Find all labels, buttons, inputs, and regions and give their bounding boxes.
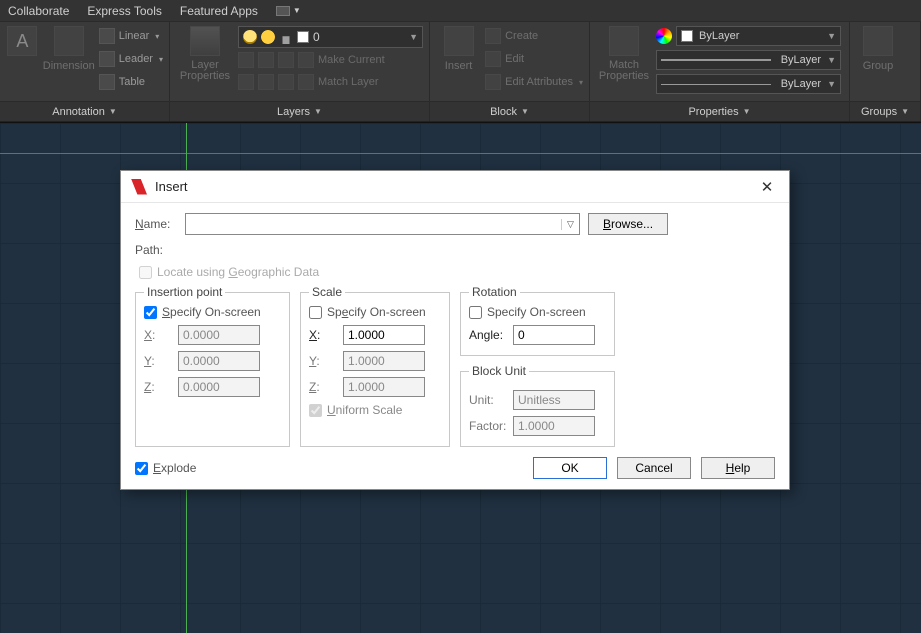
menu-express-tools[interactable]: Express Tools: [87, 4, 161, 18]
layer-tool-icon[interactable]: [238, 74, 254, 90]
layer-tool-icon[interactable]: [298, 74, 314, 90]
attrs-icon: [485, 74, 501, 90]
explode-checkbox[interactable]: Explode: [135, 461, 196, 475]
scale-y-input: [343, 351, 425, 371]
text-icon: A: [7, 26, 37, 56]
insert-icon: [444, 26, 474, 56]
panel-annotation: A Dimension Linear▾ Leader▾ Table Annota…: [0, 22, 170, 121]
linear-button[interactable]: Linear▾: [99, 26, 163, 46]
layer-tool-icon[interactable]: [258, 52, 274, 68]
color-wheel-icon[interactable]: [656, 28, 672, 44]
dimension-button[interactable]: Dimension: [43, 26, 95, 72]
linear-icon: [99, 28, 115, 44]
scale-z-input: [343, 377, 425, 397]
edit-attributes-button[interactable]: Edit Attributes▾: [485, 72, 583, 92]
create-icon: [485, 28, 501, 44]
dialog-title: Insert: [155, 179, 188, 194]
make-current-button[interactable]: Make Current: [318, 54, 385, 66]
angle-input[interactable]: [513, 325, 595, 345]
text-button[interactable]: A: [6, 26, 39, 58]
insert-dialog: Insert ✕ Name: ▽ Browse... Path: Locate …: [120, 170, 790, 490]
name-combo[interactable]: ▽: [185, 213, 580, 235]
ok-button[interactable]: OK: [533, 457, 607, 479]
help-button[interactable]: Help: [701, 457, 775, 479]
chevron-down-icon: ▼: [409, 32, 418, 42]
autocad-logo-icon: [131, 179, 147, 195]
lineweight-dropdown[interactable]: ByLayer▼: [656, 50, 841, 70]
close-button[interactable]: ✕: [755, 175, 779, 199]
ribbon: A Dimension Linear▾ Leader▾ Table Annota…: [0, 22, 921, 122]
leader-icon: [99, 51, 115, 67]
panel-title-layers[interactable]: Layers▼: [170, 101, 429, 121]
insertion-x-input: [178, 325, 260, 345]
group-icon: [863, 26, 893, 56]
uniform-scale-checkbox: Uniform Scale: [309, 403, 441, 417]
match-icon: [609, 26, 639, 56]
unit-input: [513, 390, 595, 410]
insertion-z-input: [178, 377, 260, 397]
block-unit-group: Block Unit Unit: Factor:: [460, 364, 615, 447]
match-layer-button[interactable]: Match Layer: [318, 76, 379, 88]
insert-button[interactable]: Insert: [436, 26, 481, 72]
panel-title-properties[interactable]: Properties▼: [590, 101, 849, 121]
panel-title-annotation[interactable]: Annotation▼: [0, 101, 169, 121]
panel-layers: LayerProperties 0 ▼ Make Current: [170, 22, 430, 121]
panel-title-groups[interactable]: Groups▼: [850, 101, 920, 121]
edit-block-button[interactable]: Edit: [485, 49, 583, 69]
menubar: Collaborate Express Tools Featured Apps …: [0, 0, 921, 22]
layer-tool-icon[interactable]: [258, 74, 274, 90]
match-properties-button[interactable]: MatchProperties: [596, 26, 652, 82]
crosshair-horizontal: [0, 153, 921, 154]
cancel-button[interactable]: Cancel: [617, 457, 691, 479]
dialog-titlebar[interactable]: Insert ✕: [121, 171, 789, 203]
insertion-specify-checkbox[interactable]: Specify On-screen: [144, 305, 281, 319]
insertion-point-group: Insertion point Specify On-screen X: Y: …: [135, 285, 290, 447]
scale-specify-checkbox[interactable]: Specify On-screen: [309, 305, 441, 319]
rotation-group: Rotation Specify On-screen Angle:: [460, 285, 615, 356]
create-block-button[interactable]: Create: [485, 26, 583, 46]
layer-tool-icon[interactable]: [278, 52, 294, 68]
menu-plugin-dropdown[interactable]: ▼: [276, 6, 301, 16]
browse-button[interactable]: Browse...: [588, 213, 668, 235]
name-label: Name:: [135, 217, 177, 231]
panel-properties: MatchProperties ByLayer▼ ByLayer▼ ByLaye…: [590, 22, 850, 121]
panel-groups: Group Groups▼: [850, 22, 921, 121]
factor-input: [513, 416, 595, 436]
bulb-icon: [243, 30, 257, 44]
layers-icon: [190, 26, 220, 56]
rotation-specify-checkbox[interactable]: Specify On-screen: [469, 305, 606, 319]
layer-tool-icon[interactable]: [278, 74, 294, 90]
linetype-dropdown[interactable]: ByLayer▼: [656, 74, 841, 94]
leader-button[interactable]: Leader▾: [99, 49, 163, 69]
dimension-icon: [54, 26, 84, 56]
layer-properties-button[interactable]: LayerProperties: [176, 26, 234, 82]
chevron-down-icon: ▽: [561, 219, 579, 230]
edit-icon: [485, 51, 501, 67]
path-label: Path:: [135, 243, 177, 257]
panel-title-block[interactable]: Block▼: [430, 101, 589, 121]
table-icon: [99, 74, 115, 90]
layer-tool-icon[interactable]: [298, 52, 314, 68]
table-button[interactable]: Table: [99, 72, 163, 92]
geographic-checkbox: Locate using Geographic Data: [139, 265, 775, 279]
menu-featured-apps[interactable]: Featured Apps: [180, 4, 258, 18]
panel-block: Insert Create Edit Edit Attributes▾ Bloc…: [430, 22, 590, 121]
layer-dropdown[interactable]: 0 ▼: [238, 26, 423, 48]
menu-collaborate[interactable]: Collaborate: [8, 4, 69, 18]
current-layer-name: 0: [313, 30, 320, 44]
lock-icon: [279, 30, 293, 44]
color-swatch: [297, 31, 309, 43]
color-dropdown[interactable]: ByLayer▼: [676, 26, 841, 46]
insertion-y-input: [178, 351, 260, 371]
layer-tool-icon[interactable]: [238, 52, 254, 68]
scale-x-input[interactable]: [343, 325, 425, 345]
group-button[interactable]: Group: [856, 26, 900, 72]
sun-icon: [261, 30, 275, 44]
scale-group: Scale Specify On-screen X: Y: Z: Uniform…: [300, 285, 450, 447]
